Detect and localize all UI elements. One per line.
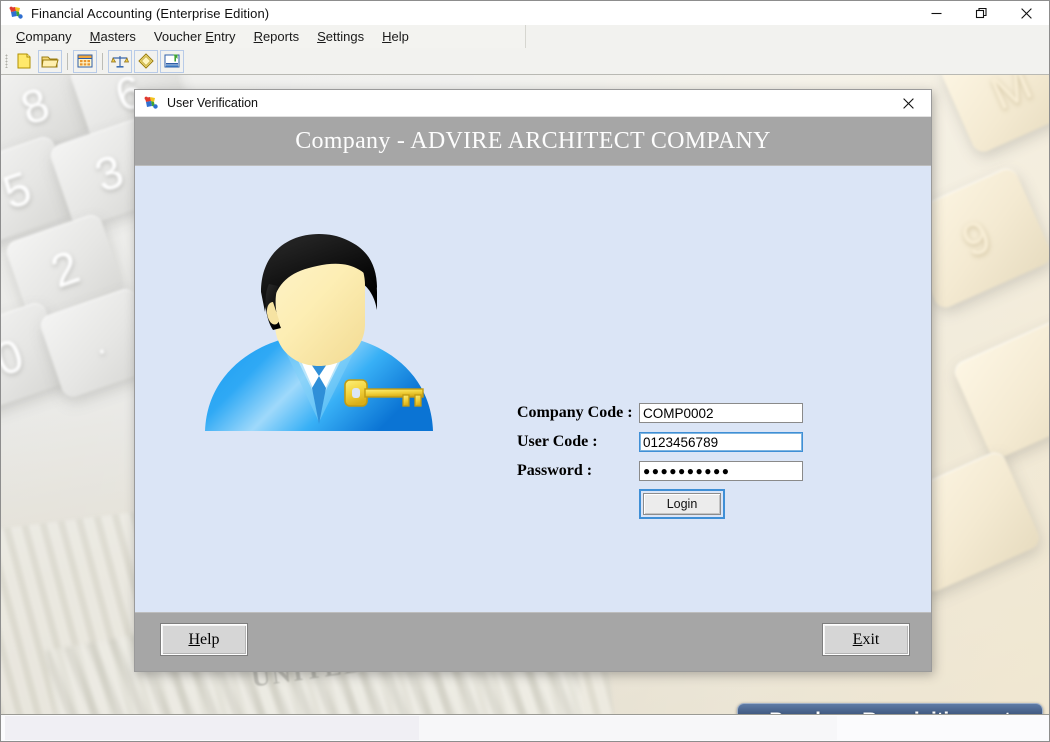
toolbar-separator-2 bbox=[102, 52, 103, 70]
restore-icon[interactable] bbox=[959, 1, 1004, 25]
close-icon[interactable] bbox=[1004, 1, 1049, 25]
balance-scale-icon[interactable] bbox=[108, 49, 132, 73]
dialog-title: User Verification bbox=[167, 96, 259, 110]
company-header-text: Company - ADVIRE ARCHITECT COMPANY bbox=[295, 127, 771, 154]
toolbar-grip[interactable] bbox=[5, 54, 8, 68]
menu-item-help[interactable]: Help bbox=[373, 27, 418, 46]
company-header-banner: Company - ADVIRE ARCHITECT COMPANY bbox=[135, 117, 931, 166]
open-folder-icon[interactable] bbox=[38, 49, 62, 73]
form-row-password: Password : ●●●●●●●●●● bbox=[517, 460, 857, 482]
company-code-input[interactable] bbox=[639, 403, 803, 423]
app-puzzle-icon bbox=[8, 5, 24, 21]
dialog-footer: Help Exit bbox=[135, 612, 931, 671]
background-key-blank-a bbox=[951, 314, 1049, 462]
window-title: Financial Accounting (Enterprise Edition… bbox=[31, 5, 270, 21]
user-verification-dialog: User Verification Company - ADVIRE ARCHI… bbox=[134, 89, 932, 672]
new-document-icon[interactable] bbox=[12, 50, 36, 73]
toolbar bbox=[1, 48, 1049, 75]
ledger-diamond-icon[interactable] bbox=[134, 49, 158, 73]
login-focus-ring: Login bbox=[639, 489, 725, 519]
company-code-label: Company Code : bbox=[517, 404, 633, 421]
dialog-titlebar: User Verification bbox=[135, 90, 931, 117]
minimize-icon[interactable] bbox=[914, 1, 959, 25]
calendar-grid-icon[interactable] bbox=[73, 49, 97, 73]
password-masked-value: ●●●●●●●●●● bbox=[643, 464, 731, 478]
password-input[interactable]: ●●●●●●●●●● bbox=[639, 461, 803, 481]
menu-item-voucher-entry[interactable]: Voucher Entry bbox=[145, 27, 245, 46]
window-titlebar: Financial Accounting (Enterprise Edition… bbox=[1, 1, 1049, 25]
menu-item-masters[interactable]: Masters bbox=[81, 27, 145, 46]
menu-item-company[interactable]: Company bbox=[7, 27, 81, 46]
window-controls bbox=[914, 1, 1049, 25]
login-form: Company Code : User Code : Password : ●●… bbox=[517, 402, 857, 519]
menu-item-reports[interactable]: Reports bbox=[245, 27, 309, 46]
app-puzzle-icon bbox=[143, 95, 159, 111]
status-bar-segment-right bbox=[419, 716, 837, 740]
user-code-input[interactable] bbox=[639, 432, 803, 452]
application-window: 8 6 5 3 2 0 . M 9 UNITED Financial Accou… bbox=[0, 0, 1050, 742]
menu-item-settings[interactable]: Settings bbox=[308, 27, 373, 46]
form-row-company-code: Company Code : bbox=[517, 402, 857, 424]
user-code-label: User Code : bbox=[517, 433, 598, 450]
password-label: Password : bbox=[517, 462, 593, 479]
report-chart-icon[interactable] bbox=[160, 49, 184, 73]
form-row-user-code: User Code : bbox=[517, 431, 857, 453]
background-key-M: M bbox=[938, 74, 1049, 156]
dialog-body: Company Code : User Code : Password : ●●… bbox=[135, 166, 931, 612]
help-button[interactable]: Help bbox=[160, 623, 248, 656]
status-bar bbox=[1, 714, 1049, 741]
login-button[interactable]: Login bbox=[643, 493, 721, 515]
login-button-row: Login bbox=[517, 489, 857, 519]
user-with-key-icon bbox=[177, 226, 462, 461]
exit-button[interactable]: Exit bbox=[822, 623, 910, 656]
close-icon[interactable] bbox=[885, 90, 931, 116]
toolbar-separator-1 bbox=[67, 52, 68, 70]
menubar: Company Masters Voucher Entry Reports Se… bbox=[1, 25, 526, 48]
menubar-filler bbox=[525, 25, 1049, 48]
status-bar-segment-left bbox=[5, 716, 419, 740]
